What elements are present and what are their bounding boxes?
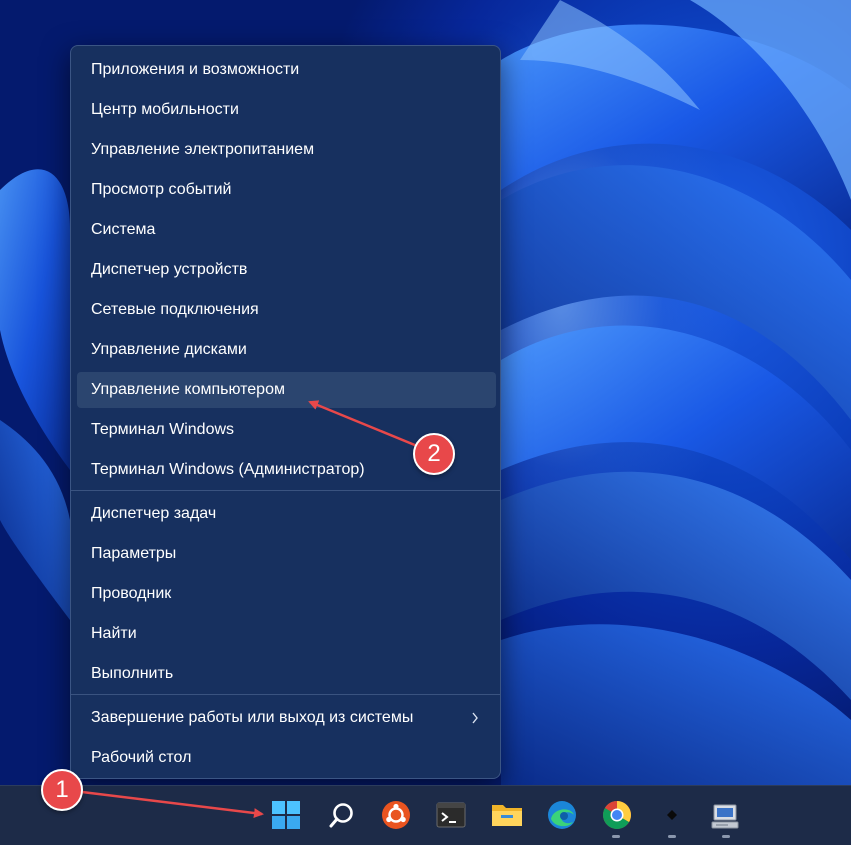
menu-item-label: Диспетчер устройств — [91, 261, 248, 278]
menu-item-label: Приложения и возможности — [91, 61, 300, 78]
menu-item-label: Управление компьютером — [91, 381, 285, 398]
menu-item-mobility-center[interactable]: Центр мобильности — [77, 92, 496, 128]
menu-item-label: Параметры — [91, 545, 177, 562]
menu-item-label: Терминал Windows (Администратор) — [91, 461, 365, 478]
menu-item-label: Просмотр событий — [91, 181, 232, 198]
menu-item-label: Сетевые подключения — [91, 301, 259, 318]
menu-item-task-manager[interactable]: Диспетчер задач — [77, 496, 496, 532]
menu-item-label: Управление дисками — [91, 341, 247, 358]
menu-item-label: Рабочий стол — [91, 749, 192, 766]
winx-context-menu: Приложения и возможности Центр мобильнос… — [70, 45, 501, 779]
menu-separator — [71, 490, 500, 491]
menu-item-search[interactable]: Найти — [77, 616, 496, 652]
menu-item-label: Диспетчер задач — [91, 505, 217, 522]
menu-item-desktop[interactable]: Рабочий стол — [77, 740, 496, 776]
menu-item-label: Терминал Windows — [91, 421, 235, 438]
terminal-icon[interactable] — [433, 797, 469, 833]
ubuntu-icon[interactable] — [378, 797, 414, 833]
menu-separator — [71, 694, 500, 695]
menu-item-label: Завершение работы или выход из системы — [91, 709, 414, 726]
chrome-icon[interactable] — [599, 797, 635, 833]
app-icon[interactable] — [654, 797, 690, 833]
menu-item-label: Управление электропитанием — [91, 141, 315, 158]
menu-item-disk-management[interactable]: Управление дисками — [77, 332, 496, 368]
menu-item-label: Система — [91, 221, 156, 238]
annotation-badge-1: 1 — [41, 769, 83, 811]
menu-item-apps-features[interactable]: Приложения и возможности — [77, 52, 496, 88]
edge-icon[interactable] — [544, 797, 580, 833]
menu-item-file-explorer[interactable]: Проводник — [77, 576, 496, 612]
running-indicator — [668, 835, 676, 838]
menu-item-network-connections[interactable]: Сетевые подключения — [77, 292, 496, 328]
network-computer-icon[interactable] — [708, 797, 744, 833]
windows-start-icon[interactable] — [268, 797, 304, 833]
menu-item-run[interactable]: Выполнить — [77, 656, 496, 692]
menu-item-label: Проводник — [91, 585, 172, 602]
menu-item-device-manager[interactable]: Диспетчер устройств — [77, 252, 496, 288]
menu-item-settings[interactable]: Параметры — [77, 536, 496, 572]
menu-item-event-viewer[interactable]: Просмотр событий — [77, 172, 496, 208]
running-indicator — [612, 835, 620, 838]
menu-item-label: Выполнить — [91, 665, 174, 682]
file-explorer-icon[interactable] — [489, 797, 525, 833]
running-indicator — [722, 835, 730, 838]
menu-item-computer-management[interactable]: Управление компьютером — [77, 372, 496, 408]
menu-item-power-options[interactable]: Управление электропитанием — [77, 132, 496, 168]
annotation-badge-2: 2 — [413, 433, 455, 475]
search-icon[interactable] — [324, 797, 360, 833]
menu-item-label: Найти — [91, 625, 137, 642]
menu-item-shutdown-signout[interactable]: Завершение работы или выход из системы — [77, 700, 496, 736]
menu-item-system[interactable]: Система — [77, 212, 496, 248]
menu-item-label: Центр мобильности — [91, 101, 239, 118]
